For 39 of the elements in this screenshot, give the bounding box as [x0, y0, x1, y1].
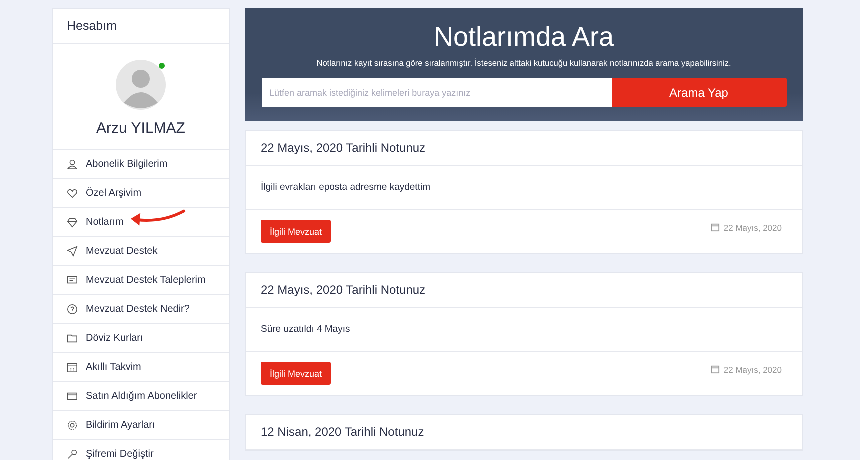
- search-button[interactable]: Arama Yap: [612, 78, 786, 107]
- sidebar-item[interactable]: Mevzuat Destek Taleplerim: [53, 266, 229, 295]
- chat-icon: [67, 274, 78, 286]
- note-title: 12 Nisan, 2020 Tarihli Notunuz: [261, 425, 424, 439]
- user-icon: [67, 158, 78, 170]
- note-text: Süre uzatıldı 4 Mayıs: [261, 324, 350, 335]
- sidebar-title: Hesabım: [67, 19, 118, 33]
- heart-icon: [67, 188, 78, 198]
- note-text: İlgili evrakları eposta adresme kaydettim: [261, 182, 430, 193]
- folder-icon: [67, 332, 78, 344]
- avatar-icon: [116, 60, 166, 110]
- note-title: 22 Mayıs, 2020 Tarihli Notunuz: [261, 283, 426, 297]
- note-date: 22 Mayıs, 2020: [724, 222, 782, 232]
- banner-subtitle: Notlarınız kayıt sırasına göre sıralanmıştır. İsteseniz alttaki kutucuğu kullanarak notlarınızda arama yapabilirsiniz.: [316, 58, 732, 68]
- calendar-icon: [710, 365, 720, 374]
- gear-icon: [67, 420, 78, 430]
- send-icon: [67, 246, 78, 256]
- note-date: 22 Mayıs, 2020: [724, 364, 782, 374]
- diamond-icon: [67, 216, 78, 228]
- related-legislation-button[interactable]: İlgili Mevzuat: [261, 220, 332, 243]
- sidebar-item[interactable]: Döviz Kurları: [53, 324, 229, 353]
- sidebar-item[interactable]: Notlarım: [53, 208, 229, 237]
- profile-name: Arzu YILMAZ: [96, 120, 186, 137]
- sidebar-item[interactable]: Akıllı Takvim: [53, 353, 229, 382]
- related-legislation-button[interactable]: İlgili Mevzuat: [261, 362, 332, 385]
- note-title: 22 Mayıs, 2020 Tarihli Notunuz: [261, 141, 426, 155]
- help-icon: [67, 304, 78, 314]
- search-field[interactable]: Lütfen aramak istediğiniz kelimeleri buraya yazınız: [262, 78, 612, 107]
- sidebar-item[interactable]: Mevzuat Destek: [53, 237, 229, 266]
- sidebar-item[interactable]: Satın Aldığım Abonelikler: [53, 382, 229, 411]
- sidebar-item[interactable]: Abonelik Bilgilerim: [53, 150, 229, 179]
- banner-title: Notlarımda Ara: [434, 22, 614, 53]
- calendar-icon: [67, 362, 78, 372]
- sidebar-item[interactable]: Şifremi Değiştir: [53, 440, 229, 460]
- sidebar-item[interactable]: Mevzuat Destek Nedir?: [53, 295, 229, 324]
- card-icon: [67, 390, 78, 402]
- sidebar-item[interactable]: Bildirim Ayarları: [53, 411, 229, 440]
- calendar-icon: [710, 223, 720, 232]
- sidebar-item[interactable]: Özel Arşivim: [53, 179, 229, 208]
